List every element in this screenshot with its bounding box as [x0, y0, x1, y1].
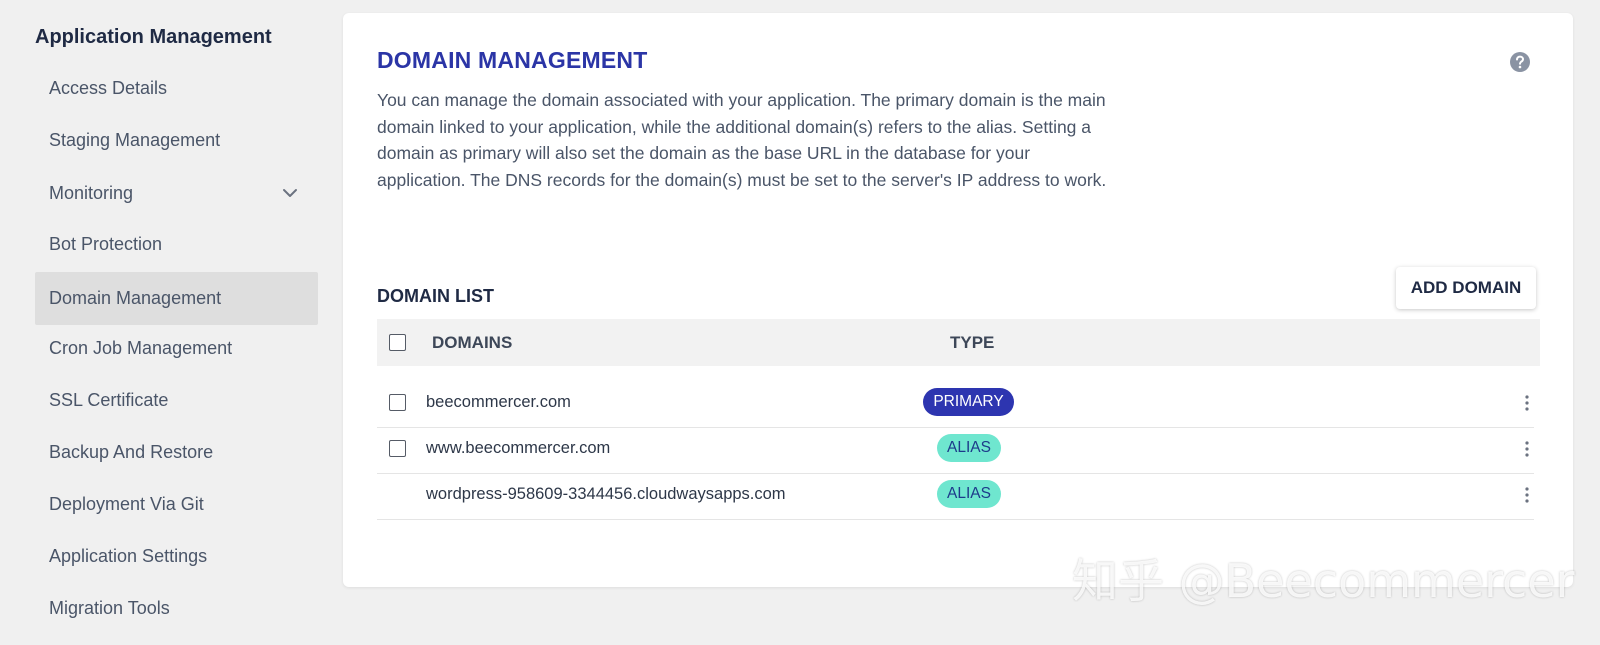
sidebar-item-access-details[interactable]: Access Details	[35, 62, 318, 115]
sidebar-item-application-settings[interactable]: Application Settings	[35, 530, 318, 583]
domain-management-card: DOMAIN MANAGEMENT You can manage the dom…	[343, 13, 1573, 587]
column-header-domains: DOMAINS	[432, 333, 513, 352]
domain-name: www.beecommercer.com	[426, 439, 611, 457]
sidebar-item-domain-management[interactable]: Domain Management	[35, 272, 318, 325]
sidebar-item-label: Deployment Via Git	[49, 494, 204, 514]
sidebar-item-label: Cron Job Management	[49, 338, 233, 358]
sidebar-item-migration-tools[interactable]: Migration Tools	[35, 582, 318, 635]
column-header-type: TYPE	[950, 333, 995, 352]
sidebar-item-monitoring[interactable]: Monitoring	[35, 167, 318, 220]
row-checkbox[interactable]	[389, 440, 406, 457]
question-circle-icon[interactable]	[1509, 51, 1531, 73]
sidebar-item-ssl-certificate[interactable]: SSL Certificate	[35, 374, 318, 427]
sidebar-item-label: Migration Tools	[49, 598, 170, 618]
chevron-down-icon[interactable]	[282, 185, 298, 201]
more-vertical-icon[interactable]	[1524, 394, 1530, 412]
sidebar-item-bot-protection[interactable]: Bot Protection	[35, 218, 318, 271]
page-title: DOMAIN MANAGEMENT	[377, 47, 648, 73]
domain-name: beecommercer.com	[426, 393, 571, 411]
row-checkbox[interactable]	[389, 394, 406, 411]
watermark: 知乎 @Beecommercer	[1072, 554, 1575, 608]
add-domain-button[interactable]: ADD DOMAIN	[1396, 267, 1536, 309]
sidebar-item-label: Application Settings	[49, 546, 208, 566]
domain-list-title: DOMAIN LIST	[377, 286, 494, 306]
table-header: DOMAINS TYPE	[377, 319, 1540, 366]
sidebar-item-deployment-via-git[interactable]: Deployment Via Git	[35, 478, 318, 531]
type-badge-alias: ALIAS	[937, 480, 1001, 508]
sidebar-item-label: Domain Management	[49, 288, 222, 308]
more-vertical-icon[interactable]	[1524, 486, 1530, 504]
sidebar-item-cron-job-management[interactable]: Cron Job Management	[35, 322, 318, 375]
sidebar-title: Application Management	[35, 26, 272, 48]
table-row: wordpress-958609-3344456.cloudwaysapps.c…	[377, 474, 1534, 520]
type-badge-alias: ALIAS	[937, 434, 1001, 462]
sidebar-item-label: Staging Management	[49, 130, 221, 150]
sidebar-item-label: Access Details	[49, 78, 168, 98]
sidebar-item-label: SSL Certificate	[49, 390, 169, 410]
sidebar-item-label: Monitoring	[49, 183, 134, 203]
sidebar-item-label: Backup And Restore	[49, 442, 214, 462]
table-row: beecommercer.com PRIMARY	[377, 382, 1534, 428]
page-description: You can manage the domain associated wit…	[377, 90, 1107, 190]
select-all-checkbox[interactable]	[389, 334, 406, 351]
more-vertical-icon[interactable]	[1524, 440, 1530, 458]
sidebar-item-label: Bot Protection	[49, 234, 163, 254]
table-row: www.beecommercer.com ALIAS	[377, 428, 1534, 474]
sidebar: Application Management Access Details St…	[0, 0, 330, 645]
sidebar-item-backup-and-restore[interactable]: Backup And Restore	[35, 426, 318, 479]
sidebar-item-staging-management[interactable]: Staging Management	[35, 114, 318, 167]
domain-name: wordpress-958609-3344456.cloudwaysapps.c…	[426, 485, 786, 503]
type-badge-primary: PRIMARY	[923, 388, 1014, 416]
